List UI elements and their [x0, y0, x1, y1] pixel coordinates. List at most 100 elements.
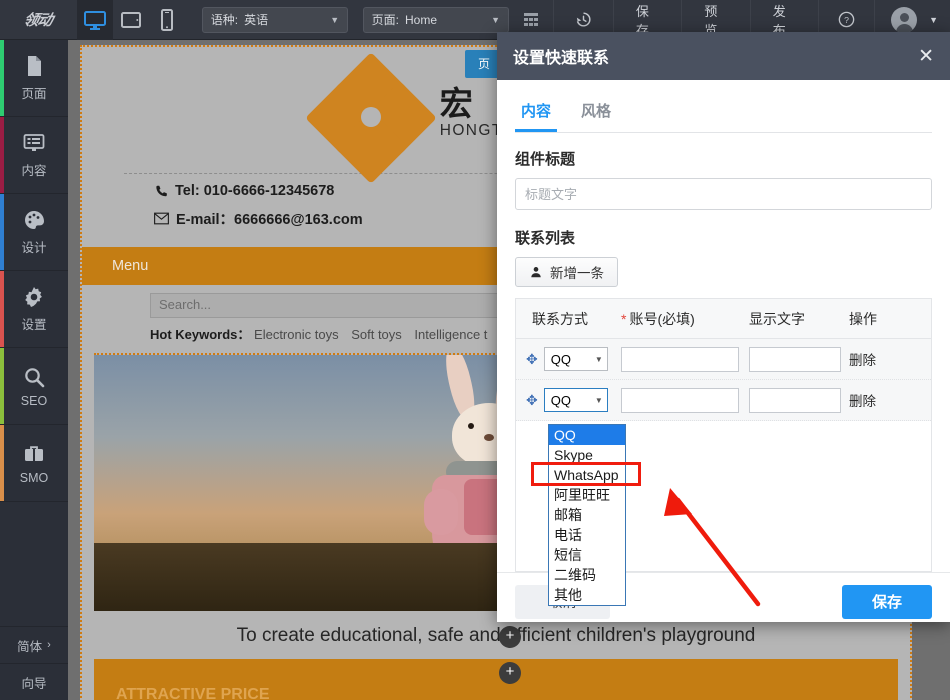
tab-style[interactable]: 风格 [575, 96, 617, 132]
chevron-down-icon: ▼ [595, 396, 603, 405]
account-input[interactable] [621, 388, 739, 413]
sidebar-item-locale[interactable]: 简体 › [0, 626, 68, 663]
sidebar-item-settings[interactable]: 设置 [0, 271, 68, 348]
delete-row-button[interactable]: 删除 [849, 349, 929, 369]
dropdown-option[interactable]: QQ [549, 425, 625, 445]
contact-table-header: 联系方式 *账号(必填) 显示文字 操作 [516, 299, 931, 339]
sidebar-guide-label: 向导 [21, 673, 46, 692]
table-row: ✥ QQ ▼ 删除 [516, 339, 931, 380]
hot-keywords-label: Hot Keywords： [150, 327, 250, 342]
svg-text:?: ? [844, 15, 849, 25]
account-input[interactable] [621, 347, 739, 372]
component-title-input[interactable] [515, 178, 932, 210]
site-orange-banner[interactable]: ATTRACTIVE PRICE [94, 659, 898, 700]
content-icon [22, 131, 46, 155]
column-header-action: 操作 [849, 309, 929, 329]
close-icon[interactable]: ✕ [918, 47, 934, 66]
chevron-down-icon: ▼ [595, 355, 603, 364]
move-icon[interactable]: ✥ [526, 392, 538, 409]
sidebar-accent-bar [0, 425, 4, 501]
contact-list-label: 联系列表 [515, 227, 932, 248]
sidebar-item-pages[interactable]: 页面 [0, 40, 68, 117]
dropdown-option[interactable]: 电话 [549, 525, 625, 545]
sidebar-item-guide[interactable]: 向导 [0, 663, 68, 700]
palette-icon [22, 208, 46, 232]
hot-keyword-item[interactable]: Soft toys [351, 327, 402, 342]
dropdown-option[interactable]: 二维码 [549, 565, 625, 585]
chevron-down-icon: ▼ [316, 15, 339, 25]
dialog-title: 设置快速联系 [513, 44, 609, 68]
monitor-icon [83, 8, 107, 32]
column-header-display: 显示文字 [749, 309, 849, 329]
column-header-account-label: 账号(必填) [629, 311, 694, 327]
contact-type-value: QQ [551, 352, 571, 367]
dropdown-option[interactable]: 其他 [549, 585, 625, 605]
table-row: ✥ QQ ▼ 删除 [516, 380, 931, 421]
sidebar-accent-bar [0, 40, 4, 116]
language-select-value: 英语 [244, 11, 268, 28]
gear-icon [22, 285, 46, 309]
briefcase-icon [22, 442, 46, 466]
dropdown-option[interactable]: 短信 [549, 545, 625, 565]
app-logo[interactable]: 领动 [0, 0, 77, 40]
save-button[interactable]: 保存 [842, 585, 932, 619]
sidebar-item-smo[interactable]: SMO [0, 425, 68, 502]
history-icon [574, 10, 593, 29]
page-icon [22, 54, 46, 78]
tablet-view-button[interactable] [113, 0, 149, 40]
desktop-view-button[interactable] [77, 0, 113, 40]
add-contact-button[interactable]: 新增一条 [515, 257, 618, 287]
sidebar-item-label: 页面 [21, 83, 46, 102]
site-email-text: E-mail：6666666@163.com [176, 208, 363, 229]
site-orange-banner-text: ATTRACTIVE PRICE [94, 659, 898, 700]
tablet-icon [119, 8, 143, 32]
site-tel-text: Tel: 010-6666-12345678 [175, 183, 334, 199]
add-section-button-bottom[interactable]: + [499, 662, 521, 684]
display-text-input[interactable] [749, 388, 841, 413]
contact-type-dropdown-list[interactable]: QQ Skype WhatsApp 阿里旺旺 邮箱 电话 短信 二维码 其他 [548, 424, 626, 606]
app-root: 领动 语种: 英语 ▼ [0, 0, 950, 700]
language-select[interactable]: 语种: 英语 ▼ [202, 7, 348, 33]
contact-type-select[interactable]: QQ ▼ [544, 388, 608, 412]
language-select-label: 语种: [211, 11, 238, 28]
contact-type-select[interactable]: QQ ▼ [544, 347, 608, 371]
dropdown-option[interactable]: 邮箱 [549, 505, 625, 525]
help-icon: ? [837, 10, 856, 29]
move-icon[interactable]: ✥ [526, 351, 538, 368]
tab-content[interactable]: 内容 [515, 96, 557, 132]
sidebar-item-label: 设计 [21, 237, 46, 256]
dropdown-option[interactable]: 阿里旺旺 [549, 485, 625, 505]
company-logo-icon [316, 63, 426, 163]
envelope-icon [154, 212, 169, 225]
page-select[interactable]: 页面: Home ▼ [363, 7, 509, 33]
sidebar-accent-bar [0, 348, 4, 424]
display-text-input[interactable] [749, 347, 841, 372]
sidebar-item-label: 内容 [21, 160, 46, 179]
mobile-view-button[interactable] [149, 0, 185, 40]
delete-row-button[interactable]: 删除 [849, 390, 929, 410]
column-header-type: 联系方式 [516, 309, 621, 329]
grid-layout-icon [523, 12, 539, 28]
column-header-account: *账号(必填) [621, 309, 749, 329]
page-select-label: 页面: [372, 11, 399, 28]
sidebar-item-label: 设置 [21, 314, 46, 333]
left-sidebar: 页面 内容 设计 [0, 40, 68, 700]
contact-type-value: QQ [551, 393, 571, 408]
phone-icon [155, 8, 179, 32]
brand-logo-text: 领动 [22, 9, 54, 30]
component-title-label: 组件标题 [515, 148, 932, 169]
sidebar-item-content[interactable]: 内容 [0, 117, 68, 194]
sidebar-item-seo[interactable]: SEO [0, 348, 68, 425]
sidebar-item-design[interactable]: 设计 [0, 194, 68, 271]
hot-keyword-item[interactable]: Intelligence t [414, 327, 487, 342]
sidebar-locale-label: 简体 [17, 636, 42, 655]
hot-keyword-item[interactable]: Electronic toys [254, 327, 339, 342]
sidebar-accent-bar [0, 271, 4, 347]
sidebar-bottom-group: 简体 › 向导 [0, 626, 68, 700]
dialog-header: 设置快速联系 ✕ [497, 32, 950, 80]
dropdown-option[interactable]: Skype [549, 445, 625, 465]
chevron-down-icon: ▼ [929, 15, 938, 25]
dropdown-option[interactable]: WhatsApp [549, 465, 625, 485]
sidebar-item-label: SEO [21, 394, 47, 408]
required-marker: * [621, 311, 626, 327]
